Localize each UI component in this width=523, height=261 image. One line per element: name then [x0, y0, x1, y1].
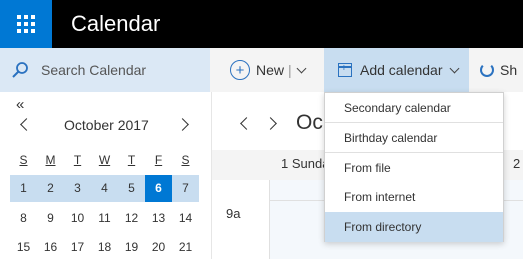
- weekday-label: W: [98, 153, 111, 167]
- chevron-down-icon: [449, 63, 459, 73]
- weekday-header: S M T W T F S: [10, 153, 199, 167]
- next-month-chevron-icon[interactable]: [176, 118, 189, 131]
- search-icon: [12, 62, 28, 78]
- mini-calendar-day[interactable]: 1: [10, 175, 37, 202]
- mini-calendar-day[interactable]: 7: [172, 175, 199, 202]
- mini-calendar-day[interactable]: 21: [172, 234, 199, 261]
- next-range-chevron-icon[interactable]: [264, 117, 277, 130]
- share-label: Sh: [500, 62, 518, 78]
- add-calendar-button[interactable]: Add calendar: [324, 48, 469, 92]
- previous-range-chevron-icon[interactable]: [240, 117, 253, 130]
- time-column-divider: [269, 180, 270, 259]
- chevron-down-icon[interactable]: [296, 63, 307, 73]
- weekday-label: T: [127, 153, 136, 167]
- collapse-pane-button[interactable]: «: [16, 96, 24, 113]
- mini-calendar-day[interactable]: 11: [91, 205, 118, 232]
- new-separator: |: [288, 62, 292, 78]
- mini-calendar-day[interactable]: 9: [37, 205, 64, 232]
- weekday-label: F: [154, 153, 163, 167]
- share-button[interactable]: Sh: [480, 48, 517, 92]
- mini-calendar-day[interactable]: 10: [64, 205, 91, 232]
- previous-month-chevron-icon[interactable]: [20, 118, 33, 131]
- date-range-title[interactable]: Oc: [296, 111, 323, 135]
- hour-label: 9a: [226, 206, 241, 221]
- mini-calendar-day[interactable]: 5: [118, 175, 145, 202]
- app-launcher-button[interactable]: [0, 0, 52, 48]
- search-box[interactable]: Search Calendar: [0, 48, 210, 92]
- menu-item-from-file[interactable]: From file: [325, 152, 503, 182]
- add-calendar-menu: Secondary calendar Birthday calendar Fro…: [324, 92, 504, 242]
- left-panel: « October 2017 S M T W T F S 1 2 3 4 5 6…: [0, 92, 210, 259]
- weekday-label: S: [181, 153, 190, 167]
- weekday-label: M: [45, 153, 56, 167]
- menu-item-birthday-calendar[interactable]: Birthday calendar: [325, 122, 503, 152]
- new-button[interactable]: + New |: [230, 48, 307, 92]
- waffle-icon: [17, 15, 35, 33]
- mini-calendar-today[interactable]: 6: [145, 175, 172, 202]
- title-bar: Calendar: [0, 0, 523, 48]
- mini-calendar-day[interactable]: 18: [91, 234, 118, 261]
- mini-calendar-week: 8 9 10 11 12 13 14: [10, 205, 199, 232]
- command-bar: Search Calendar + New | Add calendar Sh: [0, 48, 523, 92]
- add-calendar-label: Add calendar: [360, 62, 443, 78]
- mini-calendar-day[interactable]: 2: [37, 175, 64, 202]
- calendar-add-icon: [338, 63, 352, 77]
- mini-calendar-day[interactable]: 12: [118, 205, 145, 232]
- mini-calendar-day[interactable]: 20: [145, 234, 172, 261]
- mini-calendar-day[interactable]: 16: [37, 234, 64, 261]
- mini-calendar-day[interactable]: 13: [145, 205, 172, 232]
- mini-calendar-day[interactable]: 19: [118, 234, 145, 261]
- day-header-monday[interactable]: 2: [513, 156, 520, 171]
- mini-calendar-week-current: 1 2 3 4 5 6 7: [10, 175, 199, 202]
- weekday-label: T: [73, 153, 82, 167]
- mini-calendar-day[interactable]: 8: [10, 205, 37, 232]
- plus-icon: +: [230, 60, 250, 80]
- mini-calendar-day[interactable]: 4: [91, 175, 118, 202]
- mini-calendar-day[interactable]: 15: [10, 234, 37, 261]
- menu-item-from-internet[interactable]: From internet: [325, 182, 503, 212]
- day-header-sunday[interactable]: 1 Sunda: [281, 156, 329, 171]
- menu-item-from-directory[interactable]: From directory: [325, 212, 503, 242]
- mini-calendar-day[interactable]: 3: [64, 175, 91, 202]
- mini-calendar-month[interactable]: October 2017: [64, 117, 149, 133]
- menu-item-secondary-calendar[interactable]: Secondary calendar: [325, 93, 503, 123]
- search-placeholder: Search Calendar: [41, 62, 147, 78]
- weekday-label: S: [19, 153, 28, 167]
- sync-icon: [480, 63, 494, 77]
- app-title: Calendar: [71, 11, 161, 36]
- new-label: New: [256, 62, 285, 78]
- mini-calendar-day[interactable]: 17: [64, 234, 91, 261]
- mini-calendar-week: 15 16 17 18 19 20 21: [10, 234, 199, 261]
- mini-calendar-day[interactable]: 14: [172, 205, 199, 232]
